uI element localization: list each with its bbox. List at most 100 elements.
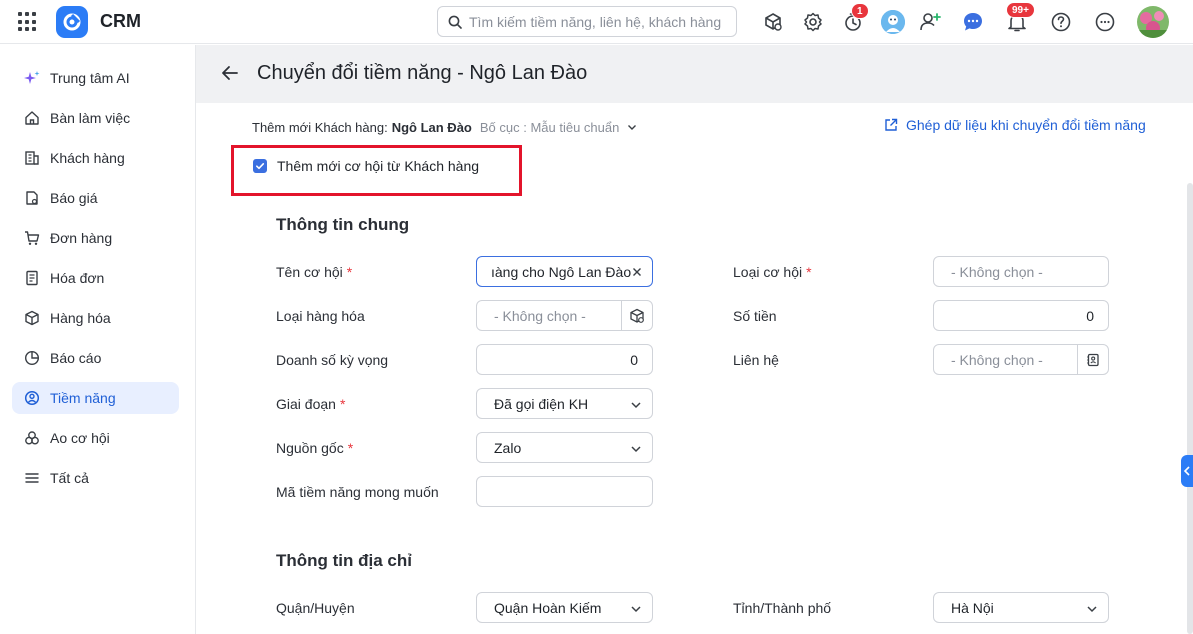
chevron-down-icon — [1087, 606, 1097, 613]
checkbox-label: Thêm mới cơ hội từ Khách hàng — [277, 158, 480, 174]
province-label: Tỉnh/Thành phố — [733, 600, 832, 616]
checkbox-checked-icon[interactable] — [253, 159, 267, 173]
province-value: Hà Nội — [951, 599, 994, 616]
lead-icon — [24, 390, 40, 406]
clear-icon[interactable] — [632, 267, 642, 277]
sidebar-item-products[interactable]: Hàng hóa — [12, 302, 179, 334]
sidebar-item-ai-center[interactable]: Trung tâm AI — [12, 62, 179, 94]
subheader: Thêm mới Khách hàng: Ngô Lan Đào Bố cục … — [252, 120, 637, 135]
opportunity-name-value: ıàng cho Ngô Lan Đào — [491, 263, 632, 280]
sparkle-icon — [24, 71, 40, 84]
district-value: Quận Hoàn Kiếm — [494, 599, 602, 616]
sidebar-item-all[interactable]: Tất cả — [12, 462, 179, 494]
subheader-prefix: Thêm mới Khách hàng: — [252, 120, 388, 135]
sidebar-item-label: Đơn hàng — [50, 230, 113, 246]
product-type-placeholder: - Không chọn - — [494, 307, 586, 324]
page-header: Chuyển đổi tiềm năng - Ngô Lan Đào — [196, 45, 1193, 103]
stage-value: Đã gọi điện KH — [494, 395, 589, 412]
timer-badge: 1 — [851, 3, 869, 19]
back-arrow-icon[interactable] — [220, 63, 240, 86]
product-type-select[interactable]: - Không chọn - — [476, 300, 653, 331]
box-icon — [25, 310, 39, 326]
contact-picker-button[interactable] — [1077, 345, 1108, 374]
product-box-icon[interactable] — [761, 10, 785, 34]
home-icon — [25, 111, 39, 125]
layout-label: Bố cục : Mẫu tiêu chuẩn — [479, 120, 620, 135]
opportunity-name-input[interactable]: ıàng cho Ngô Lan Đào — [476, 256, 653, 287]
amount-input[interactable]: 0 — [933, 300, 1109, 331]
sidebar: Trung tâm AI Bàn làm việc Khách hàng Báo… — [0, 45, 196, 634]
quote-icon — [26, 191, 38, 205]
contact-select[interactable]: - Không chọn - — [933, 344, 1109, 375]
building-icon — [25, 151, 39, 165]
stage-label: Giai đoạn * — [276, 396, 346, 412]
opportunity-type-select[interactable]: - Không chọn - — [933, 256, 1109, 287]
sidebar-item-leads[interactable]: Tiềm năng — [12, 382, 179, 414]
customer-name: Ngô Lan Đào — [391, 120, 472, 135]
section-title-general: Thông tin chung — [276, 215, 410, 234]
contact-placeholder: - Không chọn - — [951, 351, 1043, 368]
user-avatar[interactable] — [1137, 6, 1169, 38]
help-icon[interactable] — [1049, 10, 1073, 34]
source-label: Nguồn gốc * — [276, 440, 354, 456]
merge-link-label: Ghép dữ liệu khi chuyển đổi tiềm năng — [906, 117, 1146, 133]
search-input[interactable]: Tìm kiếm tiềm năng, liên hệ, khách hàng — [437, 6, 737, 37]
sidebar-item-label: Ao cơ hội — [50, 430, 110, 446]
province-select[interactable]: Hà Nội — [933, 592, 1109, 623]
top-bar: CRM Tìm kiếm tiềm năng, liên hệ, khách h… — [0, 0, 1193, 44]
sidebar-item-workspace[interactable]: Bàn làm việc — [12, 102, 179, 134]
product-box-icon — [630, 308, 644, 323]
sidebar-item-reports[interactable]: Báo cáo — [12, 342, 179, 374]
product-type-label: Loại hàng hóa — [276, 308, 365, 324]
desired-lead-code-label: Mã tiềm năng mong muốn — [276, 484, 439, 500]
product-picker-button[interactable] — [621, 301, 652, 330]
sidebar-item-customers[interactable]: Khách hàng — [12, 142, 179, 174]
merge-data-link[interactable]: Ghép dữ liệu khi chuyển đổi tiềm năng — [884, 117, 1146, 133]
opportunity-type-placeholder: - Không chọn - — [951, 263, 1043, 280]
stage-select[interactable]: Đã gọi điện KH — [476, 388, 653, 419]
expected-revenue-label: Doanh số kỳ vọng — [276, 352, 389, 368]
chevron-down-icon — [631, 402, 641, 409]
opportunity-name-label: Tên cơ hội * — [276, 264, 353, 280]
add-user-icon[interactable] — [918, 10, 942, 34]
desired-lead-code-input[interactable] — [476, 476, 653, 507]
sidebar-item-opportunity-pool[interactable]: Ao cơ hội — [12, 422, 179, 454]
crm-logo-icon — [56, 6, 88, 38]
scrollbar[interactable] — [1187, 183, 1193, 634]
opportunity-type-label: Loại cơ hội * — [733, 264, 812, 280]
pool-icon — [25, 431, 39, 445]
add-opportunity-checkbox[interactable]: Thêm mới cơ hội từ Khách hàng — [253, 158, 479, 174]
chevron-down-icon — [627, 125, 636, 130]
search-placeholder: Tìm kiếm tiềm năng, liên hệ, khách hàng — [469, 13, 722, 30]
expected-revenue-value: 0 — [630, 351, 638, 368]
assistant-avatar[interactable] — [881, 10, 905, 34]
side-panel-toggle[interactable] — [1181, 455, 1193, 487]
convert-lead-form: Thêm mới Khách hàng: Ngô Lan Đào Bố cục … — [196, 103, 1193, 634]
sidebar-item-label: Báo giá — [50, 190, 98, 206]
source-value: Zalo — [494, 439, 522, 456]
cart-icon — [25, 231, 40, 245]
sidebar-item-label: Tiềm năng — [50, 390, 116, 406]
sidebar-item-invoices[interactable]: Hóa đơn — [12, 262, 179, 294]
chat-icon[interactable] — [961, 10, 985, 34]
settings-gear-icon[interactable] — [801, 10, 825, 34]
amount-value: 0 — [1086, 307, 1094, 324]
source-select[interactable]: Zalo — [476, 432, 653, 463]
sidebar-item-orders[interactable]: Đơn hàng — [12, 222, 179, 254]
layout-selector[interactable]: Bố cục : Mẫu tiêu chuẩn — [480, 120, 637, 135]
sidebar-item-label: Báo cáo — [50, 350, 102, 366]
contact-book-icon — [1087, 353, 1099, 366]
sidebar-item-label: Tất cả — [50, 470, 89, 486]
chevron-left-icon — [1183, 466, 1190, 476]
app-grid-icon[interactable] — [18, 12, 38, 32]
more-icon[interactable] — [1093, 10, 1117, 34]
district-select[interactable]: Quận Hoàn Kiếm — [476, 592, 653, 623]
pie-chart-icon — [24, 350, 40, 366]
sidebar-item-quotes[interactable]: Báo giá — [12, 182, 179, 214]
search-icon — [448, 15, 462, 29]
app-name: CRM — [100, 11, 141, 31]
chevron-down-icon — [631, 446, 641, 453]
expected-revenue-input[interactable]: 0 — [476, 344, 653, 375]
sidebar-item-label: Hàng hóa — [50, 310, 111, 326]
sidebar-item-label: Khách hàng — [50, 150, 125, 166]
